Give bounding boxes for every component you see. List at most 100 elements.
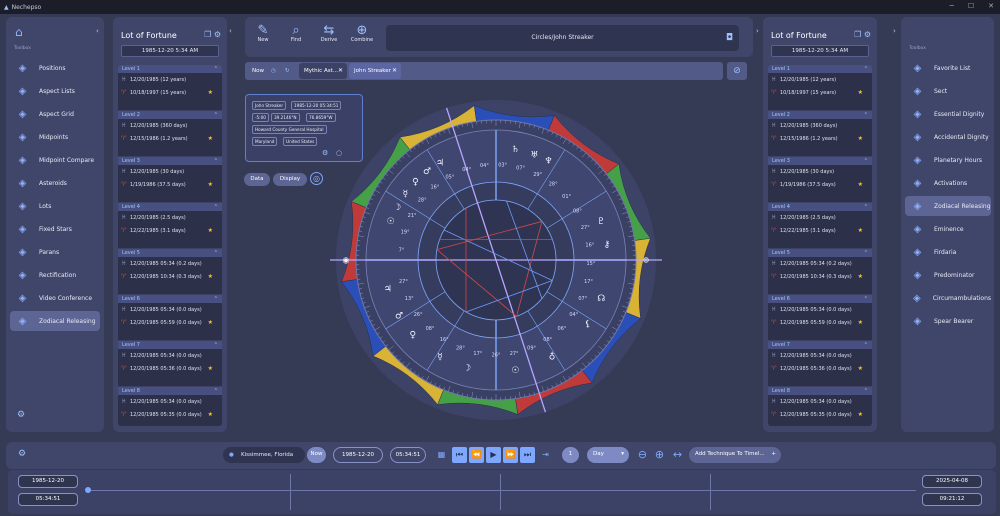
level-group[interactable]: Level 3 ⌃ ♓ 12/20/1985 (30 days) ♈ 1/19/1986 …	[118, 157, 222, 203]
close-icon[interactable]: ✕	[988, 2, 994, 10]
copy-icon[interactable]: ❐	[204, 30, 211, 39]
fit-icon[interactable]: ↔	[670, 447, 685, 463]
lot-date[interactable]: 1985-12-20 5:34 AM	[121, 45, 219, 57]
nav-item-zodiacal-releasing[interactable]: ◈ Zodiacal Releasing	[10, 311, 100, 331]
star-icon[interactable]: ★	[208, 135, 213, 142]
refresh-icon[interactable]: ↻	[285, 63, 290, 79]
nav-item-fixed-stars[interactable]: ◈ Fixed Stars	[10, 219, 100, 239]
level-header[interactable]: Level 5 ⌃	[768, 249, 872, 257]
level-group[interactable]: Level 8 ⌃ ♓ 12/20/1985 05:34 (0.0 days) ♈ 12/…	[768, 387, 872, 426]
settings-icon[interactable]: ⚙	[18, 449, 26, 459]
star-icon[interactable]: ★	[208, 411, 213, 418]
settings-icon[interactable]: ⚙	[17, 410, 25, 420]
natal-chart-wheel[interactable]: ☉☽☿♀♂♃♄♅♆♇⚷☊⚸♁☉☽☿♀♂♃7°19°21°28°16°05°04°…	[330, 96, 662, 424]
level-header[interactable]: Level 3 ⌃	[118, 157, 222, 165]
timeline-cursor[interactable]	[85, 487, 91, 493]
tab-mythic[interactable]: Mythic Ast... ✕	[299, 63, 347, 79]
level-header[interactable]: Level 8 ⌃	[768, 387, 872, 395]
nav-item-rectification[interactable]: ◈ Rectification	[10, 265, 100, 285]
copy-icon[interactable]: ❐	[854, 30, 861, 39]
nav-item-essential-dignity[interactable]: ◈ Essential Dignity	[905, 104, 991, 124]
collapse-lot-right-icon[interactable]: ›	[893, 27, 896, 35]
chevron-up-icon[interactable]: ⌃	[214, 387, 218, 395]
nav-item-firdaria[interactable]: ◈ Firdaria	[905, 242, 991, 262]
star-icon[interactable]: ★	[858, 135, 863, 142]
home-icon[interactable]: ⌂	[15, 25, 23, 39]
level-list[interactable]: Level 1 ⌃ ♓ 12/20/1985 (12 years) ♈ 10/18/199…	[118, 65, 222, 426]
period-row[interactable]: ♈ 12/20/1985 05:35 (0.0 days) ★	[768, 408, 872, 421]
star-icon[interactable]: ★	[208, 89, 213, 96]
zoom-out-icon[interactable]: ⊖	[635, 447, 650, 463]
period-row[interactable]: ♓ 12/20/1985 05:34 (0.0 days)	[768, 303, 872, 316]
combine-button[interactable]: ⊕ Combine	[342, 23, 382, 43]
level-header[interactable]: Level 5 ⌃	[118, 249, 222, 257]
nav-item-aspect-lists[interactable]: ◈ Aspect Lists	[10, 81, 100, 101]
rewind-button[interactable]: ⏪	[469, 447, 484, 463]
location-selector[interactable]: ● Kissimmee, Florida	[223, 447, 305, 463]
level-group[interactable]: Level 1 ⌃ ♓ 12/20/1985 (12 years) ♈ 10/18/199…	[768, 65, 872, 111]
nav-item-midpoint-compare[interactable]: ◈ Midpoint Compare	[10, 150, 100, 170]
skip-forward-button[interactable]: ⏭	[520, 447, 535, 463]
star-icon[interactable]: ★	[208, 319, 213, 326]
nav-item-lots[interactable]: ◈ Lots	[10, 196, 100, 216]
period-row[interactable]: ♈ 1/19/1986 (37.5 days) ★	[118, 178, 222, 191]
level-list[interactable]: Level 1 ⌃ ♓ 12/20/1985 (12 years) ♈ 10/18/199…	[768, 65, 872, 426]
nav-item-activations[interactable]: ◈ Activations	[905, 173, 991, 193]
end-icon[interactable]: ⇥	[538, 447, 553, 463]
star-icon[interactable]: ★	[208, 227, 213, 234]
data-button[interactable]: Data	[244, 173, 270, 186]
period-row[interactable]: ♓ 12/20/1985 (360 days)	[118, 119, 222, 132]
level-header[interactable]: Level 7 ⌃	[768, 341, 872, 349]
star-icon[interactable]: ★	[858, 89, 863, 96]
period-row[interactable]: ♈ 12/20/1985 05:35 (0.0 days) ★	[118, 408, 222, 421]
level-header[interactable]: Level 1 ⌃	[118, 65, 222, 73]
lot-settings-icon[interactable]: ⚙	[214, 30, 221, 39]
period-row[interactable]: ♓ 12/20/1985 05:34 (0.2 days)	[768, 257, 872, 270]
step-number[interactable]: 1	[562, 447, 579, 463]
chevron-up-icon[interactable]: ⌃	[864, 111, 868, 119]
level-header[interactable]: Level 7 ⌃	[118, 341, 222, 349]
star-icon[interactable]: ★	[858, 181, 863, 188]
chevron-up-icon[interactable]: ⌃	[864, 387, 868, 395]
level-group[interactable]: Level 2 ⌃ ♓ 12/20/1985 (360 days) ♈ 12/15/198…	[118, 111, 222, 157]
level-group[interactable]: Level 4 ⌃ ♓ 12/20/1985 (2.5 days) ♈ 12/22/198…	[768, 203, 872, 249]
star-icon[interactable]: ★	[858, 319, 863, 326]
now-button[interactable]: Now	[307, 447, 326, 463]
collapse-left-icon[interactable]: ‹	[96, 27, 99, 35]
level-header[interactable]: Level 4 ⌃	[118, 203, 222, 211]
period-row[interactable]: ♈ 10/18/1997 (15 years) ★	[768, 86, 872, 99]
period-row[interactable]: ♓ 12/20/1985 (360 days)	[768, 119, 872, 132]
period-row[interactable]: ♈ 12/15/1986 (1.2 years) ★	[118, 132, 222, 145]
date-field[interactable]: 1985-12-20	[333, 447, 383, 463]
nav-item-midpoints[interactable]: ◈ Midpoints	[10, 127, 100, 147]
timeline[interactable]: 1985-12-20 05:34:51 2025-04-08 09:21:12	[8, 470, 996, 514]
nav-item-zodiacal-releasing[interactable]: ◈ Zodiacal Releasing	[905, 196, 991, 216]
chevron-up-icon[interactable]: ⌃	[864, 65, 868, 73]
maximize-icon[interactable]: ☐	[968, 2, 974, 10]
close-tab-icon[interactable]: ✕	[338, 63, 343, 79]
chevron-up-icon[interactable]: ⌃	[864, 157, 868, 165]
chevron-up-icon[interactable]: ⌃	[214, 249, 218, 257]
nav-item-video-conference[interactable]: ◈ Video Conference	[10, 288, 100, 308]
level-header[interactable]: Level 6 ⌃	[768, 295, 872, 303]
period-row[interactable]: ♈ 12/20/1985 05:59 (0.0 days) ★	[768, 316, 872, 329]
period-row[interactable]: ♈ 10/18/1997 (15 years) ★	[118, 86, 222, 99]
play-button[interactable]: ▶	[486, 447, 501, 463]
period-row[interactable]: ♓ 12/20/1985 05:34 (0.0 days)	[118, 395, 222, 408]
period-row[interactable]: ♈ 12/20/1985 05:36 (0.0 days) ★	[768, 362, 872, 375]
skip-back-button[interactable]: ⏮	[452, 447, 467, 463]
level-header[interactable]: Level 8 ⌃	[118, 387, 222, 395]
timeline-start-time[interactable]: 05:34:51	[18, 493, 78, 506]
period-row[interactable]: ♈ 12/15/1986 (1.2 years) ★	[768, 132, 872, 145]
nav-item-eminence[interactable]: ◈ Eminence	[905, 219, 991, 239]
star-icon[interactable]: ★	[858, 411, 863, 418]
period-row[interactable]: ♈ 1/19/1986 (37.5 days) ★	[768, 178, 872, 191]
level-group[interactable]: Level 3 ⌃ ♓ 12/20/1985 (30 days) ♈ 1/19/1986 …	[768, 157, 872, 203]
star-icon[interactable]: ★	[858, 365, 863, 372]
chevron-up-icon[interactable]: ⌃	[864, 203, 868, 211]
level-header[interactable]: Level 2 ⌃	[768, 111, 872, 119]
level-group[interactable]: Level 1 ⌃ ♓ 12/20/1985 (12 years) ♈ 10/18/199…	[118, 65, 222, 111]
period-row[interactable]: ♓ 12/20/1985 (12 years)	[118, 73, 222, 86]
nav-item-parans[interactable]: ◈ Parans	[10, 242, 100, 262]
collapse-toolbar-icon[interactable]: ›	[756, 27, 759, 35]
